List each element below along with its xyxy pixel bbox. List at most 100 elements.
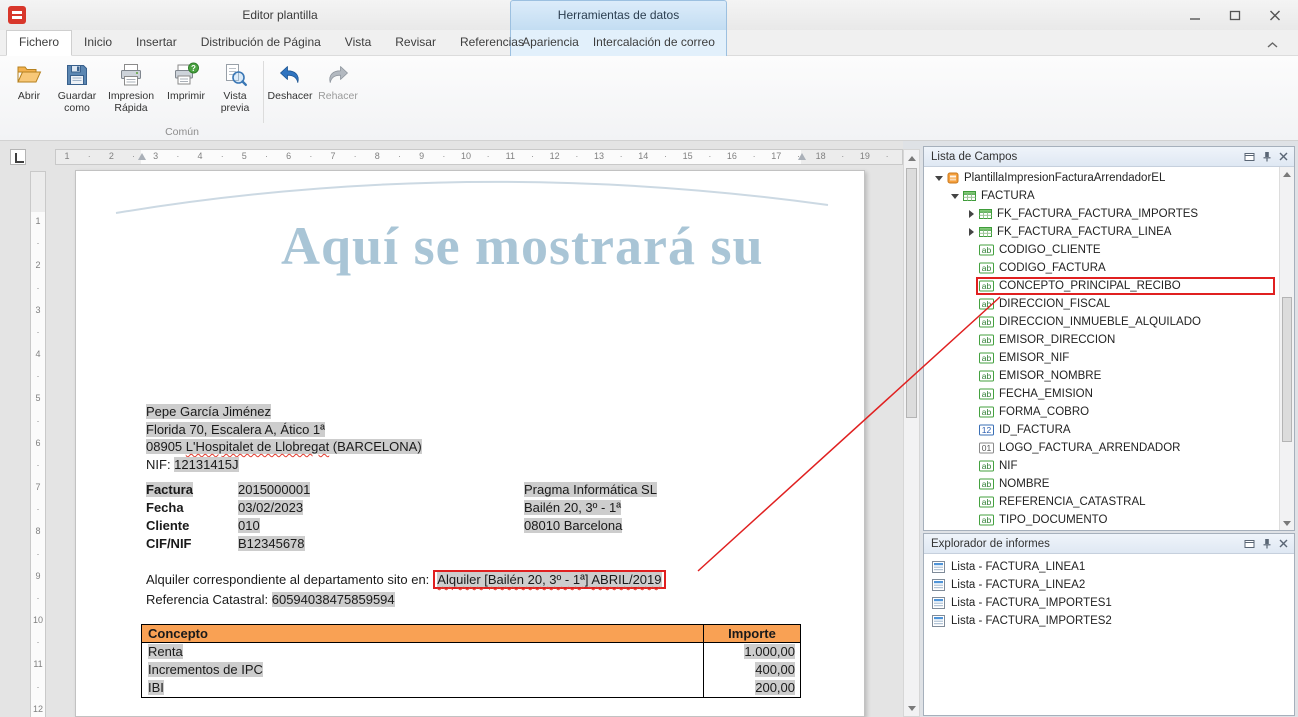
field-item-fk-factura-factura-importes[interactable]: FK_FACTURA_FACTURA_IMPORTES	[924, 205, 1279, 223]
field-item-codigo-factura[interactable]: abCODIGO_FACTURA	[924, 259, 1279, 277]
recipient-address1-field[interactable]: Florida 70, Escalera A, Ático 1ª	[146, 422, 325, 437]
field-item-emisor-nombre[interactable]: abEMISOR_NOMBRE	[924, 367, 1279, 385]
pin-icon[interactable]	[1262, 538, 1272, 549]
expander-expanded-icon[interactable]	[950, 191, 961, 202]
field-item-nombre[interactable]: abNOMBRE	[924, 475, 1279, 493]
ribbon-button-abrir[interactable]: Abrir	[6, 59, 52, 102]
svg-text:12: 12	[982, 425, 992, 435]
expander-spacer	[966, 353, 977, 364]
expander-spacer	[966, 335, 977, 346]
tab-distribuci-n-de-p-gina[interactable]: Distribución de Página	[189, 30, 333, 56]
field-list-scrollbar[interactable]	[1279, 167, 1294, 530]
workspace: 1·2·3·4·5·6·7·8·9·10·11·12·13·14·15·16·1…	[0, 141, 1298, 717]
report-explorer-header[interactable]: Explorador de informes	[924, 534, 1294, 554]
concepto-cell[interactable]: IBI	[142, 679, 704, 697]
nif-value-field[interactable]: 12131415J	[174, 457, 238, 472]
invoice-field-value[interactable]: B12345678	[238, 536, 305, 551]
tab-revisar[interactable]: Revisar	[383, 30, 448, 56]
document-page[interactable]: Aquí se mostrará su Pepe García Jiménez …	[75, 170, 865, 717]
field-list-header[interactable]: Lista de Campos	[924, 147, 1294, 167]
cadastral-value-field[interactable]: 60594038475859594	[272, 592, 395, 607]
expander-collapsed-icon[interactable]	[966, 209, 977, 220]
float-icon[interactable]	[1244, 539, 1255, 549]
field-item-concepto-principal-recibo[interactable]: abCONCEPTO_PRINCIPAL_RECIBO	[924, 277, 1279, 295]
importe-cell[interactable]: 200,00	[704, 679, 800, 697]
issuer-field[interactable]: 08010 Barcelona	[524, 518, 622, 533]
field-item-plantillaimpresionfacturaarrendadorel[interactable]: PlantillaImpresionFacturaArrendadorEL	[924, 169, 1279, 187]
field-item-factura[interactable]: FACTURA	[924, 187, 1279, 205]
recipient-name-field[interactable]: Pepe García Jiménez	[146, 404, 271, 419]
expander-expanded-icon[interactable]	[934, 173, 945, 184]
minimize-button[interactable]	[1184, 7, 1206, 23]
close-icon[interactable]	[1279, 152, 1288, 161]
field-item-nif[interactable]: abNIF	[924, 457, 1279, 475]
left-indent-marker[interactable]	[138, 153, 146, 160]
ribbon-button-impresion-r-pida[interactable]: Impresion Rápida	[102, 59, 160, 114]
issuer-field[interactable]: Bailén 20, 3º - 1ª	[524, 500, 621, 515]
importe-cell[interactable]: 400,00	[704, 661, 800, 679]
close-button[interactable]	[1264, 7, 1286, 23]
maximize-button[interactable]	[1224, 7, 1246, 23]
recipient-address2-field[interactable]: 08905 L'Hospitalet de Llobregat (BARCELO…	[146, 439, 422, 454]
issuer-field[interactable]: Pragma Informática SL	[524, 482, 657, 497]
report-explorer-item-lista-factura-linea1[interactable]: Lista - FACTURA_LINEA1	[924, 558, 1294, 576]
invoice-field-value[interactable]: 03/02/2023	[238, 500, 303, 515]
field-item-fecha-emision[interactable]: abFECHA_EMISION	[924, 385, 1279, 403]
expander-spacer	[966, 317, 977, 328]
tab-vista[interactable]: Vista	[333, 30, 383, 56]
recipient-block[interactable]: Pepe García Jiménez Florida 70, Escalera…	[146, 403, 422, 473]
invoice-field-value[interactable]: 2015000001	[238, 482, 310, 497]
invoice-table-header: Concepto Importe	[142, 625, 800, 643]
field-item-fk-factura-factura-linea[interactable]: FK_FACTURA_FACTURA_LINEA	[924, 223, 1279, 241]
field-item-direccion-inmueble-alquilado[interactable]: abDIRECCION_INMUEBLE_ALQUILADO	[924, 313, 1279, 331]
field-item-referencia-catastral[interactable]: abREFERENCIA_CATASTRAL	[924, 493, 1279, 511]
ribbon-button-label: Impresion Rápida	[102, 90, 160, 114]
title-bar[interactable]: Editor plantilla Herramientas de datos	[0, 0, 1298, 30]
field-item-codigo-cliente[interactable]: abCODIGO_CLIENTE	[924, 241, 1279, 259]
tab-inicio[interactable]: Inicio	[72, 30, 124, 56]
float-icon[interactable]	[1244, 152, 1255, 162]
collapse-ribbon-button[interactable]	[1266, 38, 1282, 50]
concepto-cell[interactable]: Renta	[142, 643, 704, 661]
field-item-forma-cobro[interactable]: abFORMA_COBRO	[924, 403, 1279, 421]
concepto-cell[interactable]: Incrementos de IPC	[142, 661, 704, 679]
importe-cell[interactable]: 1.000,00	[704, 643, 800, 661]
ribbon-button-imprimir[interactable]: ?Imprimir	[162, 59, 210, 102]
v-ruler-mark: 6	[31, 438, 45, 448]
document-vertical-scrollbar[interactable]	[903, 149, 920, 717]
h-ruler-tick: ·	[265, 151, 268, 161]
field-item-emisor-direccion[interactable]: abEMISOR_DIRECCION	[924, 331, 1279, 349]
report-explorer-item-lista-factura-linea2[interactable]: Lista - FACTURA_LINEA2	[924, 576, 1294, 594]
pin-icon[interactable]	[1262, 151, 1272, 162]
tab-stop-selector[interactable]	[10, 149, 26, 165]
tab-apariencia[interactable]: Apariencia	[515, 30, 586, 56]
issuer-line: Bailén 20, 3º - 1ª	[524, 499, 657, 517]
ribbon-button-guardar-como[interactable]: Guardar como	[54, 59, 100, 114]
field-item-emisor-nif[interactable]: abEMISOR_NIF	[924, 349, 1279, 367]
h-ruler-mark: 10	[461, 151, 471, 161]
close-icon[interactable]	[1279, 539, 1288, 548]
field-item-tipo-documento[interactable]: abTIPO_DOCUMENTO	[924, 511, 1279, 529]
scrollbar-thumb[interactable]	[906, 168, 917, 418]
report-explorer-item-label: Lista - FACTURA_LINEA1	[951, 561, 1085, 573]
report-explorer-item-lista-factura-importes1[interactable]: Lista - FACTURA_IMPORTES1	[924, 594, 1294, 612]
ribbon-button-deshacer[interactable]: Deshacer	[267, 59, 313, 102]
scroll-up-arrow[interactable]	[904, 150, 919, 166]
tab-intercalaci-n-de-correo[interactable]: Intercalación de correo	[586, 30, 722, 56]
panel-header-controls	[1244, 538, 1288, 549]
report-explorer-item-lista-factura-importes2[interactable]: Lista - FACTURA_IMPORTES2	[924, 612, 1294, 630]
scroll-up-arrow[interactable]	[1280, 167, 1294, 181]
ribbon-button-vista-previa[interactable]: Vista previa	[212, 59, 258, 114]
field-item-logo-factura-arrendador[interactable]: 01LOGO_FACTURA_ARRENDADOR	[924, 439, 1279, 457]
field-item-direccion-fiscal[interactable]: abDIRECCION_FISCAL	[924, 295, 1279, 313]
invoice-field-value[interactable]: 010	[238, 518, 260, 533]
tab-fichero[interactable]: Fichero	[6, 30, 72, 56]
field-item-id-factura[interactable]: 12ID_FACTURA	[924, 421, 1279, 439]
expander-collapsed-icon[interactable]	[966, 227, 977, 238]
concept-merge-field[interactable]: Alquiler [Bailén 20, 3º - 1ª] ABRIL/2019	[433, 570, 665, 589]
tab-insertar[interactable]: Insertar	[124, 30, 189, 56]
document-canvas[interactable]: 1·2·3·4·5·6·7·8·9·10·11·12·13·14·15·16·1…	[0, 141, 903, 717]
scroll-down-arrow[interactable]	[1280, 516, 1294, 530]
scrollbar-thumb[interactable]	[1282, 297, 1292, 442]
scroll-down-arrow[interactable]	[904, 700, 919, 716]
